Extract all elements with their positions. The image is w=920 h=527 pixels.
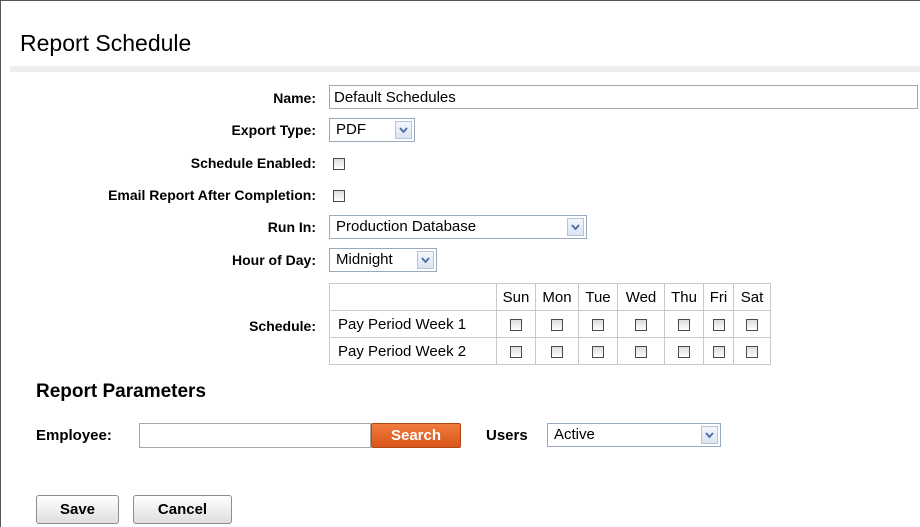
schedule-week-row: Pay Period Week 2 [329,337,771,365]
cancel-button[interactable]: Cancel [133,495,232,524]
day-checkbox[interactable] [510,345,522,358]
hour-of-day-value: Midnight [336,251,393,268]
users-label: Users [486,427,528,444]
day-checkbox[interactable] [712,318,725,331]
week-label: Pay Period Week 1 [329,310,497,338]
run-in-label: Run In: [267,219,316,235]
schedule-enabled-label: Schedule Enabled: [190,155,316,171]
schedule-header-row: Sun Mon Tue Wed Thu Fri Sat [329,283,771,311]
run-in-select[interactable]: Production Database [329,215,587,239]
day-checkbox[interactable] [551,345,563,358]
schedule-enabled-checkbox[interactable] [333,158,345,170]
schedule-label: Schedule: [249,318,316,334]
day-checkbox[interactable] [746,318,758,331]
day-header: Sun [496,283,536,311]
day-checkbox[interactable] [712,345,725,358]
report-parameters-heading: Report Parameters [36,381,207,402]
day-checkbox[interactable] [746,345,758,358]
window-frame [0,0,920,527]
day-checkbox[interactable] [678,318,690,331]
employee-input[interactable] [139,423,371,448]
chevron-down-icon [417,251,434,269]
users-select[interactable]: Active [547,423,721,447]
day-checkbox[interactable] [678,345,690,358]
save-button[interactable]: Save [36,495,119,524]
day-checkbox[interactable] [592,318,604,331]
chevron-down-icon [701,426,718,444]
search-button[interactable]: Search [371,423,461,448]
employee-label: Employee: [36,427,112,444]
page-title: Report Schedule [20,30,192,56]
day-header: Wed [617,283,665,311]
day-header: Tue [578,283,618,311]
schedule-grid: Sun Mon Tue Wed Thu Fri Sat Pay Period W… [329,283,771,365]
email-report-checkbox[interactable] [333,190,345,202]
schedule-week-row: Pay Period Week 1 [329,310,771,338]
name-input[interactable] [329,85,918,109]
chevron-down-icon [567,218,584,236]
day-checkbox[interactable] [551,318,563,331]
run-in-value: Production Database [336,218,477,235]
day-header: Sat [733,283,771,311]
export-type-value: PDF [336,121,366,138]
day-header: Fri [703,283,734,311]
day-checkbox[interactable] [510,318,522,331]
title-divider [10,66,920,72]
users-value: Active [554,426,595,443]
schedule-corner-cell [329,283,497,311]
export-type-label: Export Type: [231,122,316,138]
day-header: Mon [535,283,579,311]
chevron-down-icon [395,121,412,139]
export-type-select[interactable]: PDF [329,118,415,142]
hour-of-day-label: Hour of Day: [232,252,316,268]
hour-of-day-select[interactable]: Midnight [329,248,437,272]
name-label: Name: [273,90,316,106]
day-checkbox[interactable] [635,318,647,331]
email-report-label: Email Report After Completion: [108,187,316,203]
day-header: Thu [664,283,704,311]
day-checkbox[interactable] [592,345,604,358]
week-label: Pay Period Week 2 [329,337,497,365]
day-checkbox[interactable] [635,345,647,358]
